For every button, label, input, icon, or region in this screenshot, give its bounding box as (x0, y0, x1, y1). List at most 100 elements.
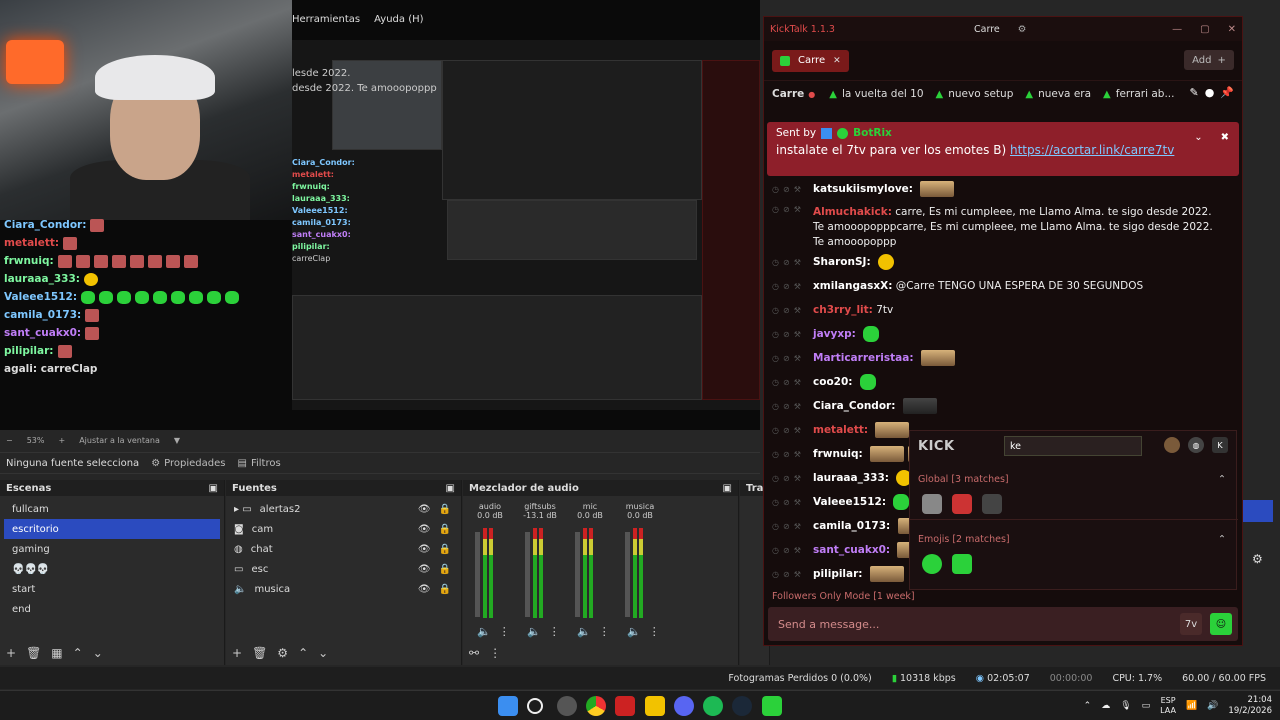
emote-item[interactable] (982, 494, 1002, 514)
discord-icon[interactable] (674, 696, 694, 716)
emote-icon[interactable] (875, 422, 910, 438)
zoom-fit[interactable]: Ajustar a la ventana (79, 436, 160, 445)
volume-icon[interactable]: 🔊 (1207, 701, 1218, 711)
global-emotes-section[interactable]: Global [3 matches] ⌃ (910, 471, 1236, 487)
cloud-icon[interactable]: ☁ (1101, 701, 1110, 711)
ban-icon[interactable]: ⊘ (783, 258, 790, 267)
add-chatroom-button[interactable]: Add + (1184, 50, 1234, 70)
hammer-icon[interactable]: ⚒ (794, 354, 801, 363)
user-icon[interactable]: ● (1205, 86, 1215, 99)
obs-icon[interactable] (557, 696, 577, 716)
channel-emotes-icon[interactable] (1164, 437, 1180, 453)
chat-username[interactable]: frwnuiq: (813, 448, 863, 460)
ban-icon[interactable]: ⊘ (783, 546, 790, 555)
hammer-icon[interactable]: ⚒ (794, 546, 801, 555)
hammer-icon[interactable]: ⚒ (794, 306, 801, 315)
chrome-icon[interactable] (586, 696, 606, 716)
chat-username[interactable]: Ciara_Condor: (813, 400, 895, 412)
source-item[interactable]: ▸ ▭ alertas2 👁 🔒 (226, 499, 461, 519)
more-icon[interactable]: ⋮ (499, 625, 510, 638)
trash-icon[interactable]: 🗑 (252, 646, 267, 660)
clock-icon[interactable]: ◷ (772, 306, 779, 315)
hammer-icon[interactable]: ⚒ (794, 378, 801, 387)
chevron-up-icon[interactable]: ⌃ (73, 646, 83, 660)
chevron-down-icon[interactable]: ⌄ (1194, 132, 1202, 143)
pinned-username[interactable]: BotRix (853, 127, 892, 139)
emote-icon[interactable] (859, 374, 876, 390)
hammer-icon[interactable]: ⚒ (794, 258, 801, 267)
gear-icon[interactable]: ⚙ (1252, 552, 1263, 566)
emote-icon[interactable] (920, 350, 955, 366)
steam-icon[interactable] (732, 696, 752, 716)
emote-icon[interactable] (863, 326, 880, 342)
emote-icon[interactable] (893, 494, 910, 510)
emote-item[interactable] (952, 494, 972, 514)
gear-icon[interactable]: ⚙ (1018, 24, 1027, 35)
hammer-icon[interactable]: ⚒ (794, 450, 801, 459)
close-icon[interactable]: ✕ (833, 56, 841, 66)
lock-icon[interactable]: 🔒 (439, 544, 451, 555)
source-item[interactable]: 🔈 musica 👁 🔒 (226, 579, 461, 599)
more-icon[interactable]: ⋮ (599, 625, 610, 638)
chat-username[interactable]: Valeee1512: (813, 496, 886, 508)
emote-icon[interactable] (869, 566, 904, 582)
ban-icon[interactable]: ⊘ (783, 522, 790, 531)
volume-fader[interactable] (625, 532, 630, 617)
ban-icon[interactable]: ⊘ (783, 306, 790, 315)
clock[interactable]: 21:04 19/2/2026 (1228, 695, 1272, 717)
chevron-up-icon[interactable]: ⌃ (1084, 701, 1092, 711)
source-item[interactable]: ◍ chat 👁 🔒 (226, 539, 461, 559)
eye-icon[interactable]: 👁 (418, 584, 431, 595)
scene-item[interactable]: 💀💀💀 (4, 559, 220, 579)
chevron-down-icon[interactable]: ▼ (174, 436, 180, 445)
ban-icon[interactable]: ⊘ (783, 474, 790, 483)
chat-username[interactable]: pilipilar: (813, 568, 863, 580)
ban-icon[interactable]: ⊘ (783, 378, 790, 387)
more-icon[interactable]: ⋮ (649, 625, 660, 638)
speaker-icon[interactable]: 🔈 (477, 625, 491, 638)
speaker-icon[interactable]: 🔈 (627, 625, 641, 638)
dock-menu-icon[interactable]: ▣ (446, 483, 455, 494)
7tv-emote-icon[interactable]: 7v (1180, 613, 1202, 635)
globe-icon[interactable]: ◍ (1188, 437, 1204, 453)
more-icon[interactable]: ⋮ (489, 646, 501, 660)
chat-username[interactable]: javyxp: (813, 328, 856, 340)
lock-icon[interactable]: 🔒 (439, 564, 451, 575)
emote-icon[interactable] (870, 446, 905, 462)
hammer-icon[interactable]: ⚒ (794, 185, 801, 194)
chat-username[interactable]: metalett: (813, 424, 868, 436)
clock-icon[interactable]: ◷ (772, 570, 779, 579)
emoji-item[interactable] (952, 554, 972, 574)
ban-icon[interactable]: ⊘ (783, 330, 790, 339)
kick-tab-icon[interactable]: K (1212, 437, 1228, 453)
add-icon[interactable]: + (232, 646, 242, 660)
clock-icon[interactable]: ◷ (772, 205, 779, 214)
clock-icon[interactable]: ◷ (772, 474, 779, 483)
clock-icon[interactable]: ◷ (772, 546, 779, 555)
source-item[interactable]: ▭ esc 👁 🔒 (226, 559, 461, 579)
eye-icon[interactable]: 👁 (418, 504, 431, 515)
close-icon[interactable]: ✕ (1228, 24, 1236, 35)
ban-icon[interactable]: ⊘ (783, 185, 790, 194)
app-icon[interactable] (615, 696, 635, 716)
clock-icon[interactable]: ◷ (772, 450, 779, 459)
obs-preview[interactable]: lesde 2022. desde 2022. Te amooopoppp Ci… (0, 0, 760, 430)
chevron-up-icon[interactable]: ⌃ (1218, 474, 1226, 485)
chat-username[interactable]: ch3rry_lit: (813, 304, 873, 316)
trash-icon[interactable]: 🗑 (26, 646, 41, 660)
gear-icon[interactable]: ⚙ (277, 646, 288, 660)
unpin-icon[interactable]: ✖ (1221, 132, 1229, 143)
chat-username[interactable]: sant_cuakx0: (813, 544, 890, 556)
chevron-up-icon[interactable]: ⌃ (1218, 534, 1226, 545)
ban-icon[interactable]: ⊘ (783, 354, 790, 363)
zoom-out-icon[interactable]: − (6, 436, 13, 445)
add-icon[interactable]: + (6, 646, 16, 660)
source-item[interactable]: ◙ cam 👁 🔒 (226, 519, 461, 539)
scene-item[interactable]: end (4, 599, 220, 619)
ban-icon[interactable]: ⊘ (783, 282, 790, 291)
display-icon[interactable]: ▭ (1142, 701, 1151, 711)
lock-icon[interactable]: 🔒 (439, 504, 451, 515)
menu-ayuda[interactable]: Ayuda (H) (374, 14, 423, 34)
chevron-up-icon[interactable]: ⌃ (298, 646, 308, 660)
ban-icon[interactable]: ⊘ (783, 205, 790, 214)
